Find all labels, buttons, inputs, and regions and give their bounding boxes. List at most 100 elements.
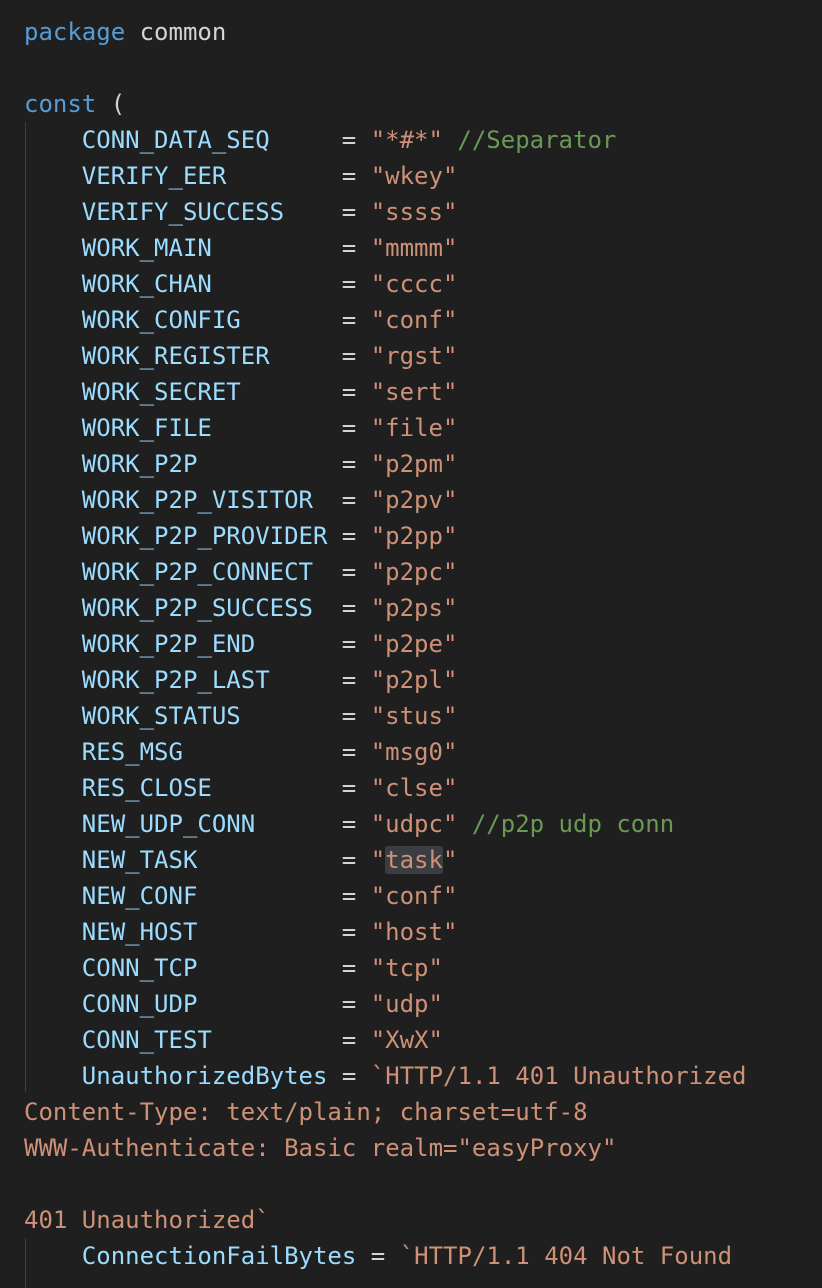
constant-name: WORK_P2P_SUCCESS xyxy=(81,594,313,622)
package-keyword: package xyxy=(24,18,126,46)
string-literal: "p2pe" xyxy=(370,630,458,658)
const-line: CONN_DATA_SEQ = "*#*" //Separator xyxy=(0,122,822,158)
string-literal: `HTTP/1.1 401 Unauthorized xyxy=(370,1062,747,1090)
const-line: CONN_TEST = "XwX" xyxy=(0,1022,822,1058)
code-line: package common xyxy=(0,14,822,50)
const-line: WORK_SECRET = "sert" xyxy=(0,374,822,410)
string-quote: " xyxy=(442,846,458,874)
equals-sign: = xyxy=(341,198,357,226)
constant-name: NEW_UDP_CONN xyxy=(81,810,256,838)
equals-sign: = xyxy=(341,126,357,154)
constant-name: UnauthorizedBytes xyxy=(81,1062,328,1090)
string-literal: "p2pm" xyxy=(370,450,458,478)
package-name: common xyxy=(139,18,227,46)
equals-sign: = xyxy=(341,414,357,442)
code-comment: //p2p udp conn xyxy=(471,810,675,838)
constant-name: WORK_CHAN xyxy=(81,270,212,298)
equals-sign: = xyxy=(341,774,357,802)
equals-sign: = xyxy=(341,666,357,694)
const-line: VERIFY_SUCCESS = "ssss" xyxy=(0,194,822,230)
equals-sign: = xyxy=(341,594,357,622)
equals-sign: = xyxy=(341,450,357,478)
const-line: NEW_UDP_CONN = "udpc" //p2p udp conn xyxy=(0,806,822,842)
constant-name: WORK_CONFIG xyxy=(81,306,241,334)
constant-name: WORK_P2P_END xyxy=(81,630,256,658)
equals-sign: = xyxy=(341,558,357,586)
code-line: const ( xyxy=(0,86,822,122)
equals-sign: = xyxy=(341,1062,357,1090)
const-line: CONN_TCP = "tcp" xyxy=(0,950,822,986)
string-literal: "p2pc" xyxy=(370,558,458,586)
string-literal: "udpc" xyxy=(370,810,458,838)
equals-sign: = xyxy=(341,342,357,370)
constant-name: WORK_MAIN xyxy=(81,234,212,262)
constant-name: WORK_REGISTER xyxy=(81,342,270,370)
equals-sign: = xyxy=(341,162,357,190)
const-line: NEW_TASK = "task" xyxy=(0,842,822,878)
const-line: WORK_STATUS = "stus" xyxy=(0,698,822,734)
constant-name: RES_MSG xyxy=(81,738,183,766)
const-line: WORK_P2P_END = "p2pe" xyxy=(0,626,822,662)
equals-sign: = xyxy=(341,630,357,658)
string-literal: "p2pp" xyxy=(370,522,458,550)
equals-sign: = xyxy=(341,990,357,1018)
const-line: CONN_UDP = "udp" xyxy=(0,986,822,1022)
string-quote: " xyxy=(370,846,386,874)
string-literal: "sert" xyxy=(370,378,458,406)
constant-name: WORK_STATUS xyxy=(81,702,241,730)
string-literal: 401 Unauthorized` xyxy=(24,1206,270,1234)
constant-name: WORK_FILE xyxy=(81,414,212,442)
equals-sign: = xyxy=(341,522,357,550)
string-literal: "udp" xyxy=(370,990,443,1018)
equals-sign: = xyxy=(341,954,357,982)
code-line: WWW-Authenticate: Basic realm="easyProxy… xyxy=(0,1130,822,1166)
const-line: NEW_CONF = "conf" xyxy=(0,878,822,914)
string-literal: "cccc" xyxy=(370,270,458,298)
string-literal: "p2pl" xyxy=(370,666,458,694)
constant-name: WORK_P2P_PROVIDER xyxy=(81,522,328,550)
const-line: WORK_P2P_PROVIDER = "p2pp" xyxy=(0,518,822,554)
string-literal: `HTTP/1.1 404 Not Found xyxy=(399,1242,733,1270)
const-line: RES_CLOSE = "clse" xyxy=(0,770,822,806)
equals-sign: = xyxy=(341,306,357,334)
open-paren: ( xyxy=(110,90,126,118)
const-line: WORK_MAIN = "mmmm" xyxy=(0,230,822,266)
string-literal: "host" xyxy=(370,918,458,946)
constant-name: NEW_TASK xyxy=(81,846,198,874)
equals-sign: = xyxy=(341,1026,357,1054)
equals-sign: = xyxy=(341,378,357,406)
string-literal: "conf" xyxy=(370,882,458,910)
const-line: WORK_P2P_CONNECT = "p2pc" xyxy=(0,554,822,590)
string-literal: "wkey" xyxy=(370,162,458,190)
code-comment: //Separator xyxy=(457,126,617,154)
code-line: UnauthorizedBytes = `HTTP/1.1 401 Unauth… xyxy=(0,1058,822,1094)
constant-name: RES_CLOSE xyxy=(81,774,212,802)
const-keyword: const xyxy=(24,90,97,118)
const-line: WORK_P2P_LAST = "p2pl" xyxy=(0,662,822,698)
string-literal: "clse" xyxy=(370,774,458,802)
code-line: ConnectionFailBytes = `HTTP/1.1 404 Not … xyxy=(0,1238,822,1274)
string-literal: Content-Type: text/plain; charset=utf-8 xyxy=(24,1098,588,1126)
constant-name: WORK_SECRET xyxy=(81,378,241,406)
equals-sign: = xyxy=(341,846,357,874)
equals-sign: = xyxy=(341,486,357,514)
string-literal: "*#*" xyxy=(370,126,443,154)
constant-name: WORK_P2P_VISITOR xyxy=(81,486,313,514)
code-editor[interactable]: package common const ( CONN_DATA_SEQ = "*… xyxy=(0,14,822,1274)
string-literal: "rgst" xyxy=(370,342,458,370)
highlighted-selection[interactable]: task xyxy=(385,846,443,874)
const-line: WORK_P2P_SUCCESS = "p2ps" xyxy=(0,590,822,626)
constant-name: WORK_P2P_CONNECT xyxy=(81,558,313,586)
equals-sign: = xyxy=(341,270,357,298)
const-line: VERIFY_EER = "wkey" xyxy=(0,158,822,194)
string-literal: "tcp" xyxy=(370,954,443,982)
string-literal: "mmmm" xyxy=(370,234,458,262)
code-line: 401 Unauthorized` xyxy=(0,1202,822,1238)
string-literal: "conf" xyxy=(370,306,458,334)
constant-name: ConnectionFailBytes xyxy=(81,1242,357,1270)
const-line: RES_MSG = "msg0" xyxy=(0,734,822,770)
string-literal: "stus" xyxy=(370,702,458,730)
equals-sign: = xyxy=(341,234,357,262)
